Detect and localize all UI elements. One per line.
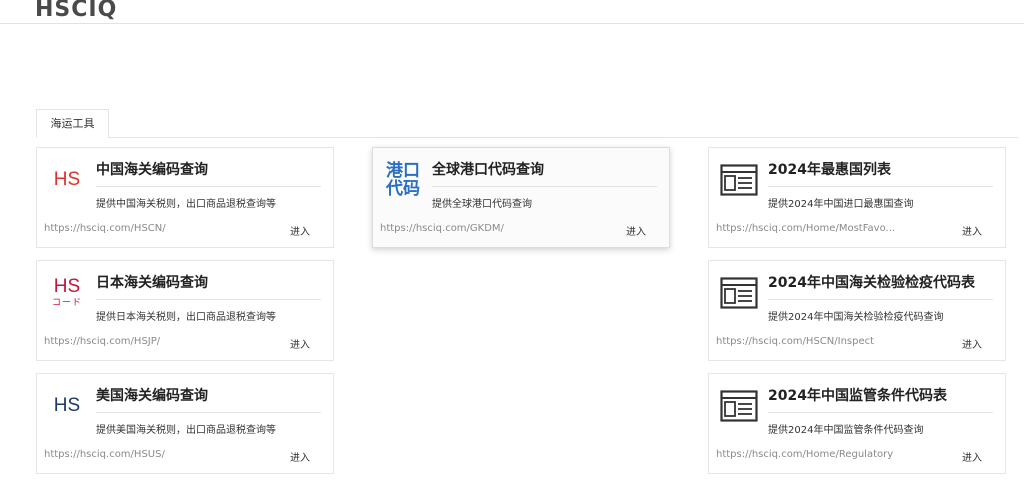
card-hscn[interactable]: HS 中国海关编码查询 提供中国海关税则，出口商品退税查询等 https://h…: [36, 147, 334, 248]
card-url[interactable]: https://hsciq.com/GKDM/: [380, 223, 590, 234]
tab-shipping-tools[interactable]: 海运工具: [36, 109, 109, 138]
enter-link[interactable]: 进入: [962, 223, 982, 238]
card-url[interactable]: https://hsciq.com/Home/MostFavo...: [716, 223, 926, 234]
card-url[interactable]: https://hsciq.com/Home/Regulatory: [716, 449, 926, 460]
site-logo[interactable]: HSCIQ: [35, 0, 117, 22]
card-description: 提供美国海关税则，出口商品退税查询等: [96, 425, 276, 436]
card-title: 中国海关编码查询: [96, 159, 321, 187]
card-title: 2024年中国监管条件代码表: [768, 385, 993, 413]
card-description: 提供2024年中国监管条件代码查询: [768, 425, 924, 436]
browser-window-icon: [719, 386, 759, 426]
enter-link[interactable]: 进入: [290, 449, 310, 464]
card-url[interactable]: https://hsciq.com/HSUS/: [44, 449, 254, 460]
hs-us-icon: HS: [53, 395, 81, 416]
enter-link[interactable]: 进入: [962, 449, 982, 464]
enter-link[interactable]: 进入: [962, 336, 982, 351]
card-title: 2024年最惠国列表: [768, 159, 993, 187]
card-hsus[interactable]: HS 美国海关编码查询 提供美国海关税则，出口商品退税查询等 https://h…: [36, 373, 334, 474]
card-title: 全球港口代码查询: [432, 159, 657, 187]
tab-divider: [36, 137, 1018, 138]
enter-link[interactable]: 进入: [626, 223, 646, 238]
card-description: 提供全球港口代码查询: [432, 199, 532, 210]
card-title: 美国海关编码查询: [96, 385, 321, 413]
card-description: 提供2024年中国进口最惠国查询: [768, 199, 914, 210]
enter-link[interactable]: 进入: [290, 223, 310, 238]
browser-window-icon: [719, 160, 759, 200]
card-inspect[interactable]: 2024年中国海关检验检疫代码表 提供2024年中国海关检验检疫代码查询 htt…: [708, 260, 1006, 361]
port-code-icon: 港口 代码: [386, 161, 420, 199]
card-description: 提供中国海关税则，出口商品退税查询等: [96, 199, 276, 210]
card-url[interactable]: https://hsciq.com/HSJP/: [44, 336, 254, 347]
enter-link[interactable]: 进入: [290, 336, 310, 351]
hs-japan-icon: HS コード: [51, 276, 82, 309]
browser-window-icon: [719, 273, 759, 313]
card-url[interactable]: https://hsciq.com/HSCN/: [44, 223, 254, 234]
card-url[interactable]: https://hsciq.com/HSCN/Inspect: [716, 336, 926, 347]
card-description: 提供日本海关税则，出口商品退税查询等: [96, 312, 276, 323]
card-regulatory[interactable]: 2024年中国监管条件代码表 提供2024年中国监管条件代码查询 https:/…: [708, 373, 1006, 474]
hs-china-icon: HS: [53, 169, 81, 190]
card-title: 日本海关编码查询: [96, 272, 321, 300]
card-description: 提供2024年中国海关检验检疫代码查询: [768, 312, 944, 323]
card-gkdm[interactable]: 港口 代码 全球港口代码查询 提供全球港口代码查询 https://hsciq.…: [372, 147, 670, 248]
card-hsjp[interactable]: HS コード 日本海关编码查询 提供日本海关税则，出口商品退税查询等 https…: [36, 260, 334, 361]
card-mfn[interactable]: 2024年最惠国列表 提供2024年中国进口最惠国查询 https://hsci…: [708, 147, 1006, 248]
top-bar: HSCIQ: [0, 0, 1024, 24]
card-title: 2024年中国海关检验检疫代码表: [768, 272, 993, 300]
